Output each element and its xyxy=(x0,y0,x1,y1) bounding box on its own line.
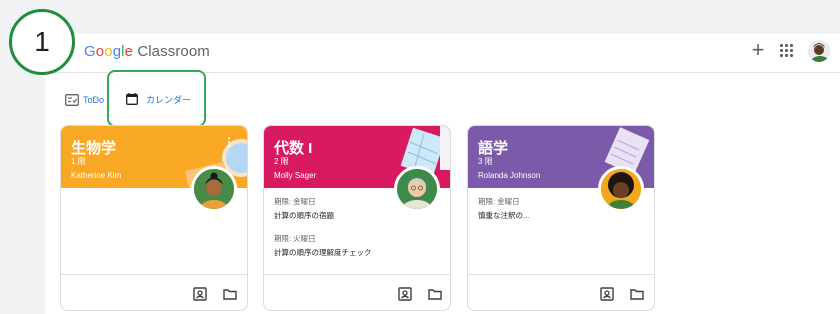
card-footer xyxy=(468,274,654,310)
portrait-icon[interactable] xyxy=(600,287,614,301)
assignment-list: 期限: 金曜日 慎重な注釈の... xyxy=(478,196,608,233)
tab-calendar-label: カレンダー xyxy=(146,94,192,105)
google-classroom-logo[interactable]: Google Classroom xyxy=(84,43,210,60)
card-footer xyxy=(264,274,450,310)
class-period: 2 限 xyxy=(274,157,289,166)
calendar-icon xyxy=(126,93,138,105)
logo-letter: o xyxy=(95,43,105,60)
portrait-icon[interactable] xyxy=(193,287,207,301)
folder-icon[interactable] xyxy=(223,287,237,301)
teacher-avatar xyxy=(191,166,237,212)
assignment-item[interactable]: 期限: 金曜日 計算の順序の宿題 xyxy=(274,196,404,221)
tab-todo[interactable]: ToDo xyxy=(65,90,104,110)
assignment-due: 期限: 金曜日 xyxy=(478,197,520,206)
logo-letter: g xyxy=(112,43,122,60)
step-number: 1 xyxy=(34,26,50,57)
portrait-icon[interactable] xyxy=(398,287,412,301)
account-avatar[interactable] xyxy=(808,40,830,62)
todo-list-icon xyxy=(65,94,79,106)
folder-icon[interactable] xyxy=(630,287,644,301)
step-badge: 1 xyxy=(9,9,75,75)
tab-todo-label: ToDo xyxy=(83,95,105,105)
class-period: 1 限 xyxy=(71,157,86,166)
class-title[interactable]: 語学 xyxy=(478,137,508,158)
tab-calendar[interactable]: カレンダー xyxy=(126,89,191,109)
class-card-biology[interactable]: 生物学 1 限 Katherine Kim ⋮ xyxy=(60,125,248,311)
top-app-bar: Google Classroom + xyxy=(45,34,840,73)
class-title[interactable]: 代数 I xyxy=(274,137,312,158)
folder-icon[interactable] xyxy=(428,287,442,301)
teacher-name: Molly Sager xyxy=(274,171,317,180)
class-card-language[interactable]: 語学 3 限 Rolanda Johnson 期限: 金曜日 慎重な注釈の... xyxy=(467,125,655,311)
more-vert-icon[interactable]: ⋮ xyxy=(223,136,235,148)
assignment-due: 期限: 火曜日 xyxy=(274,234,316,243)
teacher-name: Rolanda Johnson xyxy=(478,171,541,180)
card-footer xyxy=(61,274,247,310)
class-period: 3 限 xyxy=(478,157,493,166)
logo-letter: e xyxy=(124,43,134,60)
class-card-algebra[interactable]: 代数 I 2 限 Molly Sager 期限: 金曜日 計算の順序の宿題 期限… xyxy=(263,125,451,311)
teacher-name: Katherine Kim xyxy=(71,171,122,180)
class-title[interactable]: 生物学 xyxy=(71,137,116,158)
assignment-due: 期限: 金曜日 xyxy=(274,197,316,206)
assignment-title[interactable]: 計算の順序の理解度チェック xyxy=(274,247,404,258)
logo-letter: G xyxy=(84,43,96,60)
apps-grid-icon[interactable] xyxy=(780,44,794,58)
assignment-title[interactable]: 計算の順序の宿題 xyxy=(274,210,404,221)
logo-product-name: Classroom xyxy=(137,43,210,60)
assignment-item[interactable]: 期限: 火曜日 計算の順序の理解度チェック xyxy=(274,233,404,258)
plus-icon[interactable]: + xyxy=(748,39,768,61)
logo-letter: o xyxy=(104,43,113,60)
assignment-list: 期限: 金曜日 計算の順序の宿題 期限: 火曜日 計算の順序の理解度チェック xyxy=(274,196,404,270)
assignment-item[interactable]: 期限: 金曜日 慎重な注釈の... xyxy=(478,196,608,221)
assignment-title[interactable]: 慎重な注釈の... xyxy=(478,210,608,221)
